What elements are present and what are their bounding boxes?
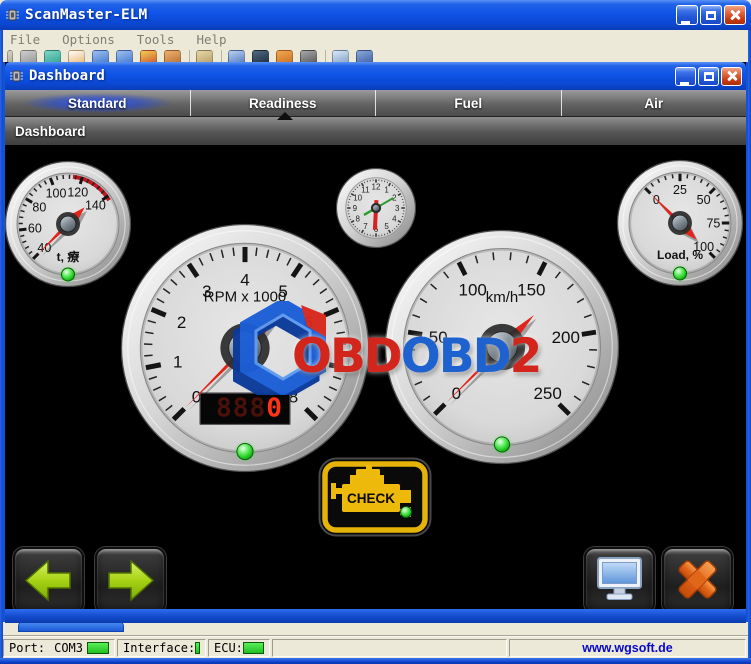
dashboard-window: Dashboard Standard Readiness Fuel Air Da… [2,62,749,622]
dashboard-window-bottom-border [5,609,746,623]
svg-text:50: 50 [697,193,711,207]
tab-air[interactable]: Air [562,90,747,116]
check-engine-indicator: CHECK [318,457,432,537]
svg-text:1: 1 [384,186,389,195]
svg-text:12: 12 [372,183,381,192]
svg-text:75: 75 [706,217,720,231]
svg-text:100: 100 [46,186,67,200]
menu-item-file[interactable]: File [10,32,40,47]
ecu-label: ECU: [214,641,243,655]
ecu-status-led [243,642,264,654]
svg-text:Load, %: Load, % [657,248,703,262]
svg-text:3: 3 [395,204,400,213]
chip-icon [9,69,24,83]
monitor-view-button[interactable] [584,547,655,609]
menu-item-options[interactable]: Options [62,32,115,47]
dashboard-minimize-button[interactable] [675,67,696,86]
interface-label: Interface: [123,641,195,655]
svg-text:km/h: km/h [486,289,519,306]
clock-gauge: 121234567891011 [335,167,417,249]
svg-text:5: 5 [384,222,389,231]
next-button[interactable] [95,547,166,609]
svg-text:80: 80 [32,200,46,214]
arrow-right-icon [97,549,164,609]
previous-button[interactable] [13,547,84,609]
check-led-icon [401,507,412,518]
x-close-icon [664,549,731,609]
status-empty-cell [272,639,507,657]
status-bar: Port: COM3 Interface: ECU: www.wgsoft.de [1,636,750,658]
website-cell: www.wgsoft.de [509,639,746,657]
check-label: CHECK [347,491,395,506]
coolant-temp-gauge: 406080100120140t, 療 [5,160,132,288]
menu-item-help[interactable]: Help [196,32,226,47]
minimize-button[interactable] [676,5,698,25]
engine-load-gauge: 0255075100Load, % [616,159,744,287]
chip-icon [5,8,20,22]
arrow-left-icon [15,549,82,609]
monitor-icon [586,549,653,609]
svg-text:2: 2 [177,313,186,332]
maximize-button[interactable] [700,5,722,25]
svg-text:t, 療: t, 療 [57,249,80,264]
tab-fuel[interactable]: Fuel [376,90,562,116]
toolbar-separator [189,50,190,62]
svg-text:11: 11 [361,186,370,195]
dashboard-maximize-button[interactable] [698,67,719,86]
engine-load-led [674,267,687,280]
toolbar-separator [221,50,222,62]
svg-text:200: 200 [552,328,580,347]
panel-title: Dashboard [15,124,86,139]
svg-text:4: 4 [240,271,249,290]
svg-text:9: 9 [353,204,358,213]
svg-text:7: 7 [363,222,368,231]
svg-text:10: 10 [353,193,362,202]
close-button[interactable] [724,5,746,25]
svg-text:250: 250 [533,384,561,403]
window-left-border [0,26,3,664]
window-bottom-border [0,658,751,664]
dashboard-title: Dashboard [29,68,105,84]
svg-text:8: 8 [355,214,360,223]
interface-status-led [195,642,200,654]
close-icon [729,9,741,21]
tab-bar: Standard Readiness Fuel Air [5,90,746,117]
interface-status-cell: Interface: [117,639,206,657]
speed-led [494,437,509,452]
port-label: Port: [9,641,45,655]
app-title: ScanMaster-ELM [25,7,147,23]
port-status-led [87,642,109,654]
svg-text:0: 0 [452,384,461,403]
svg-text:150: 150 [517,281,545,300]
svg-text:1: 1 [173,353,182,372]
toolbar-separator [325,50,326,62]
port-status-cell: Port: COM3 [3,639,115,657]
rpm-led [237,443,253,459]
close-icon [726,70,738,82]
dashboard-titlebar[interactable]: Dashboard [5,62,746,90]
panel-header: Dashboard [5,117,746,145]
dashboard-body: 406080100120140t, 療012345678RPM x 100088… [5,145,746,609]
svg-text:25: 25 [673,183,687,197]
dashboard-close-button[interactable] [721,67,742,86]
app-titlebar[interactable]: ScanMaster-ELM [0,0,751,30]
svg-text:4: 4 [392,214,397,223]
watermark-text: OBDOBD2 [292,329,540,384]
coolant-temp-led [62,268,75,281]
ecu-status-cell: ECU: [208,639,270,657]
menu-bar: File Options Tools Help [0,30,751,48]
svg-text:100: 100 [459,281,487,300]
app-window: ScanMaster-ELM File Options Tools Help D… [0,0,751,664]
tab-standard[interactable]: Standard [5,90,191,116]
svg-text:140: 140 [85,198,106,212]
svg-text:60: 60 [28,222,42,236]
menu-item-tools[interactable]: Tools [137,32,175,47]
port-value: COM3 [54,641,83,655]
tab-pointer-triangle [277,112,293,120]
close-dashboard-button[interactable] [662,547,733,609]
website-link[interactable]: www.wgsoft.de [582,641,673,655]
svg-text:8880: 8880 [216,394,283,424]
